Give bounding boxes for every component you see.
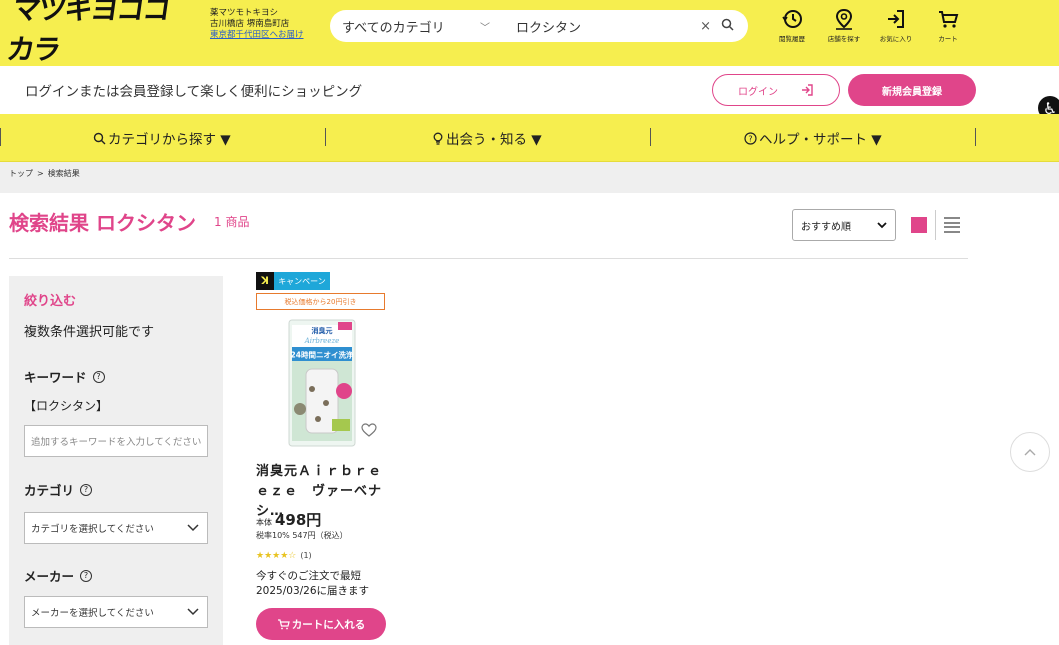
point-badge-icon: ꓘ <box>256 272 274 290</box>
svg-text:?: ? <box>748 134 752 143</box>
chevron-down-icon <box>187 524 199 532</box>
sort-select[interactable]: おすすめ順 <box>792 209 896 241</box>
delivery-estimate: 今すぐのご注文で最短2025/03/26に届きます <box>256 570 370 597</box>
package-sub-text: Airbreeze <box>304 337 340 345</box>
list-view-icon[interactable] <box>944 217 960 233</box>
review-count: (1) <box>300 551 312 560</box>
filter-title: 絞り込む <box>24 294 77 309</box>
chevron-down-icon: ﹀ <box>480 22 490 34</box>
scroll-to-top-button[interactable] <box>1010 432 1050 472</box>
lightbulb-icon <box>433 132 443 145</box>
breadcrumb-top[interactable]: トップ <box>9 169 33 178</box>
breadcrumb-current: 検索結果 <box>47 169 80 178</box>
view-divider <box>935 210 936 240</box>
delivery-area-link[interactable]: 東京都千代田区へお届け <box>210 30 304 41</box>
chevron-down-icon <box>877 221 887 228</box>
help-icon[interactable]: ? <box>80 483 93 496</box>
store-line-2: 古川橋店 堺南島町店 <box>210 19 290 29</box>
chevron-up-icon <box>1024 449 1036 456</box>
nav-help-support[interactable]: ? ヘルプ・サポート ▼ <box>744 128 882 148</box>
package-brand-text: 消臭元 <box>312 326 333 335</box>
keyword-current: 【ロクシタン】 <box>24 399 109 413</box>
store-info: 薬マツモトキヨシ 古川橋店 堺南島町店 東京都千代田区へお届け <box>210 8 304 41</box>
maker-select[interactable]: メーカーを選択してください <box>24 596 208 628</box>
campaign-badge: キャンペーン <box>274 272 330 290</box>
header-icons: 閲覧履歴 店舗を探す お気に入り カート <box>766 8 974 43</box>
favorite-login-icon <box>888 10 904 28</box>
rating-stars[interactable]: ★★★★☆ (1) <box>256 551 312 561</box>
store-line-1: 薬マツモトキヨシ <box>210 8 279 18</box>
nav-discover[interactable]: 出会う・知る ▼ <box>432 128 542 148</box>
product-price: 本体 498円 <box>256 511 322 529</box>
keyword-heading: キーワード? <box>24 367 105 386</box>
login-button[interactable]: ログイン <box>712 74 840 106</box>
package-claim-text: 24時間ニオイ洗浄 <box>291 350 354 360</box>
cart-button[interactable]: カート <box>922 8 974 43</box>
breadcrumb-separator: > <box>37 169 44 178</box>
site-logo[interactable]: マツキヨココカラ <box>5 0 178 66</box>
favorites-button[interactable]: お気に入り <box>870 8 922 43</box>
store-search-button[interactable]: 店舗を探す <box>818 8 870 43</box>
login-message: ログインまたは会員登録して楽しく便利にショッピング <box>25 84 363 100</box>
store-pin-icon <box>835 8 853 30</box>
search-bar: すべてのカテゴリ ﹀ ロクシタン × <box>330 10 748 42</box>
maker-heading: メーカー? <box>24 566 93 585</box>
heart-icon[interactable] <box>361 423 377 437</box>
help-icon[interactable]: ? <box>92 370 105 383</box>
cart-icon <box>277 619 290 630</box>
grid-view-icon[interactable] <box>911 217 927 233</box>
help-icon[interactable]: ? <box>80 569 93 582</box>
login-icon <box>802 84 813 96</box>
category-select[interactable]: カテゴリを選択してください <box>24 512 208 544</box>
nav-category-search[interactable]: カテゴリから探す ▼ <box>93 128 231 148</box>
main-nav: カテゴリから探す ▼ 出会う・知る ▼ ? ヘルプ・サポート ▼ <box>0 114 1059 162</box>
page-title: 検索結果 ロクシタン <box>9 211 196 235</box>
chevron-down-icon <box>187 608 199 616</box>
coupon-label: 税込価格から20円引き <box>256 293 385 310</box>
category-heading: カテゴリ? <box>24 480 93 499</box>
search-category-select[interactable]: すべてのカテゴリ ﹀ <box>330 17 502 36</box>
search-icon[interactable] <box>721 18 734 35</box>
result-count: 1 商品 <box>214 215 250 229</box>
product-card: ꓘ キャンペーン 税込価格から20円引き 消臭元 Airbreeze 24時間ニ… <box>256 272 396 645</box>
keyword-input[interactable]: 追加するキーワードを入力してください <box>24 425 208 457</box>
add-to-cart-button[interactable]: カートに入れる <box>256 608 386 640</box>
question-icon: ? <box>744 131 757 145</box>
register-button[interactable]: 新規会員登録 <box>848 74 976 106</box>
cart-icon <box>939 11 959 28</box>
breadcrumb: トップ > 検索結果 <box>0 162 1059 193</box>
history-icon <box>782 10 802 28</box>
search-input[interactable]: ロクシタン <box>502 17 700 36</box>
search-icon <box>93 132 106 144</box>
clear-icon[interactable]: × <box>700 19 711 34</box>
price-with-tax: 税率10% 547円（税込） <box>256 531 348 540</box>
divider <box>9 258 968 259</box>
login-bar: ログインまたは会員登録して楽しく便利にショッピング ログイン 新規会員登録 <box>0 66 1059 114</box>
filter-note: 複数条件選択可能です <box>24 325 155 340</box>
filter-sidebar: 絞り込む 複数条件選択可能です キーワード? 【ロクシタン】 追加するキーワード… <box>9 276 223 645</box>
product-image[interactable]: 消臭元 Airbreeze 24時間ニオイ洗浄 <box>288 319 356 447</box>
history-button[interactable]: 閲覧履歴 <box>766 8 818 43</box>
site-header: マツキヨココカラ 薬マツモトキヨシ 古川橋店 堺南島町店 東京都千代田区へお届け… <box>0 0 1059 66</box>
